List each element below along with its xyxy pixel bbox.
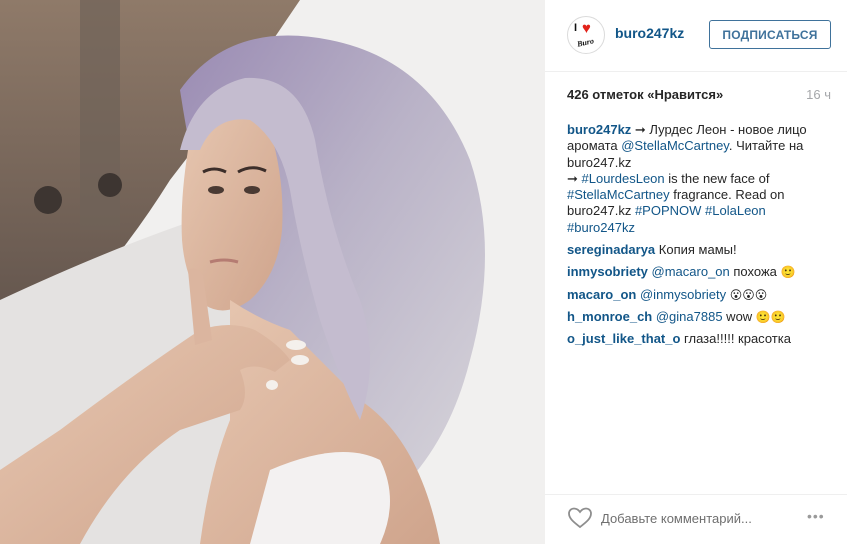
hashtag-buro247kz[interactable]: #buro247kz (567, 220, 635, 235)
likes-count[interactable]: 426 отметок «Нравится» (567, 87, 723, 102)
caption-username[interactable]: buro247kz (567, 122, 631, 137)
avatar-heart-icon: ♥ (582, 20, 591, 37)
comment-text: Копия мамы! (655, 242, 737, 258)
post-side-panel: I ♥ Buro buro247kz ПОДПИСАТЬСЯ 426 отмет… (545, 0, 847, 544)
comment-text: похожа (729, 264, 781, 280)
comment-item: inmysobriety @macaro_on похожа 🙂 (567, 264, 837, 280)
comment-username[interactable]: sereginadarya (567, 242, 655, 257)
comment-text: wow (722, 308, 756, 324)
author-username[interactable]: buro247kz (615, 25, 684, 41)
hashtag-popnow[interactable]: #POPNOW (635, 203, 701, 218)
comment-username[interactable]: macaro_on (567, 287, 636, 302)
comment-footer: ••• (545, 494, 847, 544)
comment-mention[interactable]: @inmysobriety (636, 287, 726, 302)
comment-item: o_just_like_that_o глаза!!!!! красотка (567, 331, 837, 347)
comment-mention[interactable]: @gina7885 (652, 309, 723, 324)
post-caption: buro247kz ➞ Лурдес Леон - новое лицо аро… (567, 122, 837, 236)
comment-emoji: 🙂🙂 (755, 309, 786, 324)
comment-mention[interactable]: @macaro_on (648, 264, 730, 279)
post-photo-image (0, 0, 545, 544)
post-timestamp[interactable]: 16 ч (806, 87, 831, 102)
comment-item: macaro_on @inmysobriety 😮😮😮 (567, 287, 837, 303)
comment-text: глаза!!!!! красотка (680, 331, 791, 347)
avatar-logo-text: Buro (576, 36, 595, 49)
hashtag-lolaleon[interactable]: #LolaLeon (705, 203, 766, 218)
comment-username[interactable]: o_just_like_that_o (567, 331, 680, 346)
follow-button[interactable]: ПОДПИСАТЬСЯ (709, 20, 831, 49)
comment-emoji: 😮😮😮 (729, 287, 768, 302)
comments-list: buro247kz ➞ Лурдес Леон - новое лицо аро… (567, 122, 837, 354)
heart-outline-icon[interactable] (567, 506, 593, 530)
caption-mention[interactable]: @StellaMcCartney (621, 138, 729, 153)
more-options-button[interactable]: ••• (807, 508, 825, 524)
hashtag-stellamccartney[interactable]: #StellaMcCartney (567, 187, 670, 202)
avatar[interactable]: I ♥ Buro (567, 16, 605, 54)
comment-username[interactable]: h_monroe_ch (567, 309, 652, 324)
caption-text-en: is the new face of (664, 170, 770, 186)
add-comment-input[interactable] (601, 507, 771, 529)
comment-username[interactable]: inmysobriety (567, 264, 648, 279)
caption-arrow: ➞ (567, 170, 582, 186)
likes-row: 426 отметок «Нравится» 16 ч (567, 87, 831, 105)
comment-item: h_monroe_ch @gina7885 wow 🙂🙂 (567, 309, 837, 325)
comment-item: sereginadarya Копия мамы! (567, 242, 837, 258)
post-photo[interactable] (0, 0, 545, 544)
avatar-letter: I (574, 22, 578, 34)
hashtag-lourdesleon[interactable]: #LourdesLeon (582, 171, 665, 186)
comment-emoji: 🙂 (780, 265, 796, 280)
post-header: I ♥ Buro buro247kz ПОДПИСАТЬСЯ (545, 0, 847, 72)
